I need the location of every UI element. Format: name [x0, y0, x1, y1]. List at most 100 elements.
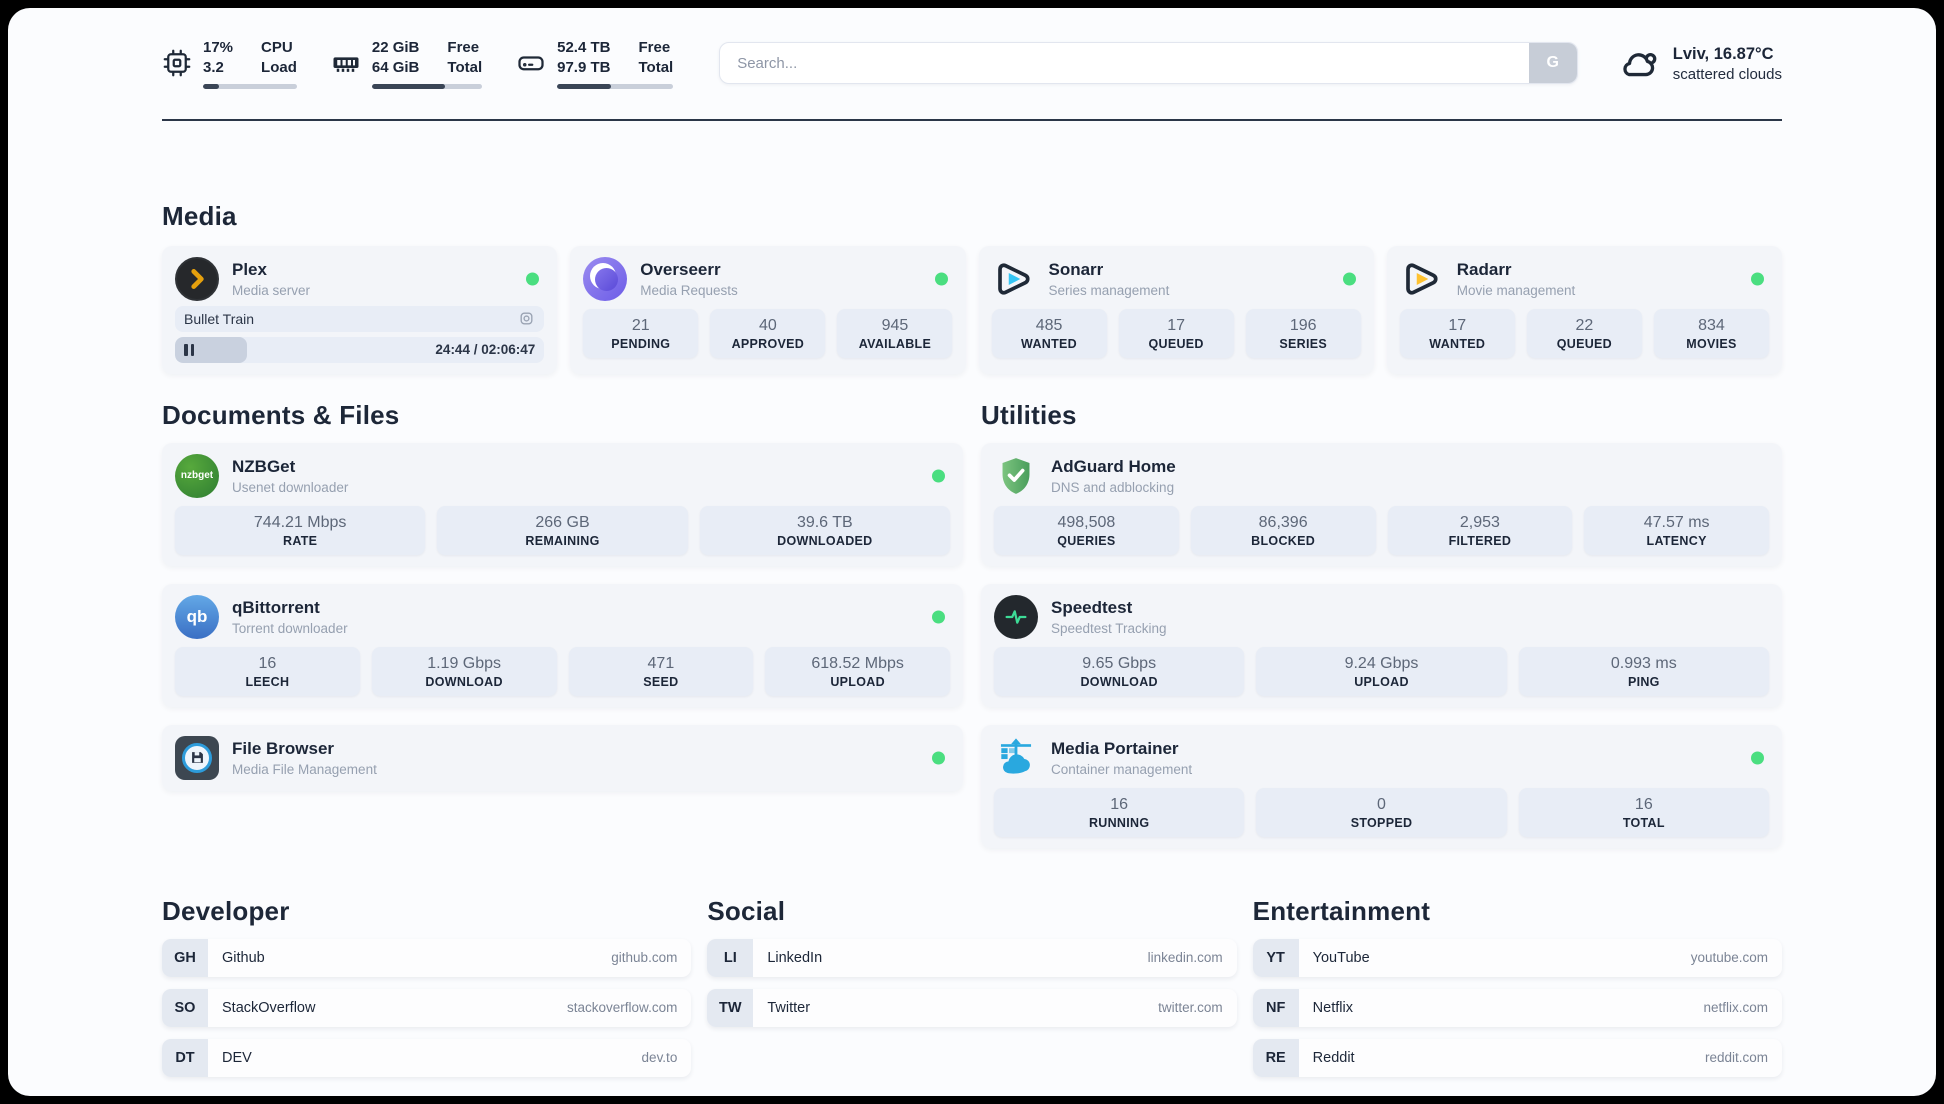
cpu-labels: CPU Load [261, 38, 297, 79]
nzbget-header: nzbget NZBGet Usenet downloader [175, 453, 950, 498]
nzbget-meta: NZBGet Usenet downloader [232, 456, 348, 494]
stat-rate: 744.21 Mbps RATE [175, 505, 426, 555]
stat-downloaded: 39.6 TB DOWNLOADED [699, 505, 950, 555]
adguard-card[interactable]: AdGuard Home DNS and adblocking 498,508 … [981, 442, 1782, 566]
bookmark-badge: YT [1252, 938, 1299, 977]
status-dot [526, 272, 540, 285]
memory-label-top: Free [447, 39, 480, 56]
bookmark-badge: RE [1252, 1038, 1299, 1077]
stat-label: APPROVED [731, 336, 805, 351]
nzbget-icon: nzbget [175, 453, 219, 498]
bookmark-netflix[interactable]: NF Netflix netflix.com [1252, 988, 1782, 1027]
portainer-card[interactable]: Media Portainer Container management 16 … [981, 724, 1782, 848]
pause-icon[interactable] [184, 343, 194, 356]
bookmark-badge: DT [162, 1038, 208, 1077]
stat-latency: 47.57 ms LATENCY [1584, 505, 1769, 555]
overseerr-header: Overseerr Media Requests [583, 256, 952, 301]
stat-value: 16 [258, 654, 277, 672]
stat-value: 1.19 Gbps [427, 654, 502, 672]
stat-value: 2,953 [1459, 513, 1500, 531]
stat-queries: 498,508 QUERIES [994, 505, 1179, 555]
stat-value: 16 [1110, 795, 1129, 813]
utilities-cards: AdGuard Home DNS and adblocking 498,508 … [981, 442, 1782, 848]
stat-movies: 834 MOVIES [1653, 308, 1769, 358]
search-engine-button[interactable]: G [1528, 43, 1577, 84]
cpu-label-top: CPU [261, 39, 293, 56]
player-settings-icon[interactable] [518, 310, 535, 327]
disk-icon [516, 48, 546, 78]
overseerr-card[interactable]: Overseerr Media Requests 21 PENDING 40 A… [570, 245, 966, 374]
speedtest-icon [994, 594, 1038, 639]
plex-card[interactable]: Plex Media server Bullet Train 24:44 / 0… [162, 245, 558, 374]
sonarr-card[interactable]: Sonarr Series management 485 WANTED 17 Q… [978, 245, 1374, 374]
speedtest-card[interactable]: Speedtest Speedtest Tracking 9.65 Gbps D… [981, 583, 1782, 707]
disk-values: 52.4 TB 97.9 TB [557, 38, 610, 79]
overseerr-stats: 21 PENDING 40 APPROVED 945 AVAILABLE [583, 308, 953, 358]
stat-remaining: 266 GB REMAINING [437, 505, 688, 555]
qbittorrent-header: qb qBittorrent Torrent downloader [175, 594, 950, 639]
disk-stat: 52.4 TB 97.9 TB Free Total [516, 38, 674, 89]
bookmark-name: StackOverflow [222, 999, 316, 1016]
bookmark-youtube[interactable]: YT YouTube youtube.com [1252, 938, 1782, 977]
stat-filtered: 2,953 FILTERED [1387, 505, 1573, 555]
adguard-header: AdGuard Home DNS and adblocking [994, 454, 1769, 498]
app-description: Container management [1051, 761, 1193, 777]
plex-header: Plex Media server [175, 256, 544, 301]
app-name: Media Portainer [1051, 739, 1179, 759]
status-dot [1342, 272, 1356, 285]
sonarr-stats: 485 WANTED 17 QUEUED 196 SERIES [991, 308, 1361, 358]
filebrowser-card[interactable]: File Browser Media File Management [162, 724, 963, 791]
memory-free: 22 GiB [371, 39, 420, 56]
nzbget-stats: 744.21 Mbps RATE 266 GB REMAINING 39.6 T… [175, 505, 950, 555]
radarr-header: Radarr Movie management [1400, 257, 1769, 301]
documents-section-title: Documents & Files [162, 399, 400, 430]
weather-location-temp: Lviv, 16.87°C [1672, 45, 1774, 64]
nzbget-card[interactable]: nzbget NZBGet Usenet downloader 744.21 M… [162, 442, 963, 566]
stat-available: 945 AVAILABLE [837, 308, 953, 358]
disk-progress-fill [557, 83, 611, 89]
stat-value: 22 [1575, 316, 1594, 334]
status-dot [932, 610, 945, 623]
entertainment-links: YT YouTube youtube.com NF Netflix netfli… [1252, 938, 1782, 1077]
stat-label: UPLOAD [830, 674, 885, 689]
status-dot [1751, 751, 1764, 764]
filebrowser-header: File Browser Media File Management [175, 735, 950, 780]
stat-value: 40 [758, 316, 777, 334]
stat-wanted: 17 WANTED [1399, 308, 1515, 358]
filebrowser-meta: File Browser Media File Management [232, 738, 377, 776]
stat-value: 744.21 Mbps [253, 513, 347, 531]
stat-label: PENDING [611, 336, 671, 351]
adguard-meta: AdGuard Home DNS and adblocking [1051, 456, 1176, 494]
bookmark-url: dev.to [641, 1050, 678, 1065]
status-dot [932, 751, 945, 764]
bookmark-dev[interactable]: DT DEV dev.to [162, 1038, 692, 1077]
now-playing-row: Bullet Train [175, 305, 545, 332]
app-name: qBittorrent [232, 598, 320, 618]
speedtest-meta: Speedtest Speedtest Tracking [1051, 597, 1167, 635]
app-name: AdGuard Home [1051, 457, 1176, 477]
qbittorrent-card[interactable]: qb qBittorrent Torrent downloader 16 LEE… [162, 583, 963, 707]
weather-widget: Lviv, 16.87°C scattered clouds [1618, 42, 1782, 84]
memory-progress-fill [371, 83, 445, 89]
stat-label: DOWNLOADED [777, 533, 873, 548]
entertainment-section-title: Entertainment [1252, 895, 1431, 926]
app-description: Series management [1048, 282, 1170, 298]
memory-icon [331, 48, 361, 78]
search-input[interactable] [720, 43, 1529, 84]
bookmark-reddit[interactable]: RE Reddit reddit.com [1252, 1038, 1782, 1077]
bookmark-twitter[interactable]: TW Twitter twitter.com [707, 988, 1237, 1027]
now-playing-title: Bullet Train [184, 310, 255, 327]
bookmark-github[interactable]: GH Github github.com [162, 938, 692, 977]
bookmark-stackoverflow[interactable]: SO StackOverflow stackoverflow.com [162, 988, 692, 1027]
stat-label: QUEUED [1556, 336, 1612, 351]
bookmark-linkedin[interactable]: LI LinkedIn linkedin.com [707, 938, 1237, 977]
disk-free: 52.4 TB [557, 39, 611, 56]
bookmark-url: stackoverflow.com [567, 1000, 678, 1015]
qbittorrent-icon: qb [175, 594, 219, 639]
bookmark-name: Github [222, 949, 265, 966]
disk-stat-body: 52.4 TB 97.9 TB Free Total [557, 38, 674, 89]
bookmark-url: netflix.com [1703, 1000, 1768, 1015]
radarr-card[interactable]: Radarr Movie management 17 WANTED 22 QUE… [1386, 245, 1782, 374]
stat-leech: 16 LEECH [175, 646, 360, 696]
stat-label: MOVIES [1686, 336, 1737, 351]
